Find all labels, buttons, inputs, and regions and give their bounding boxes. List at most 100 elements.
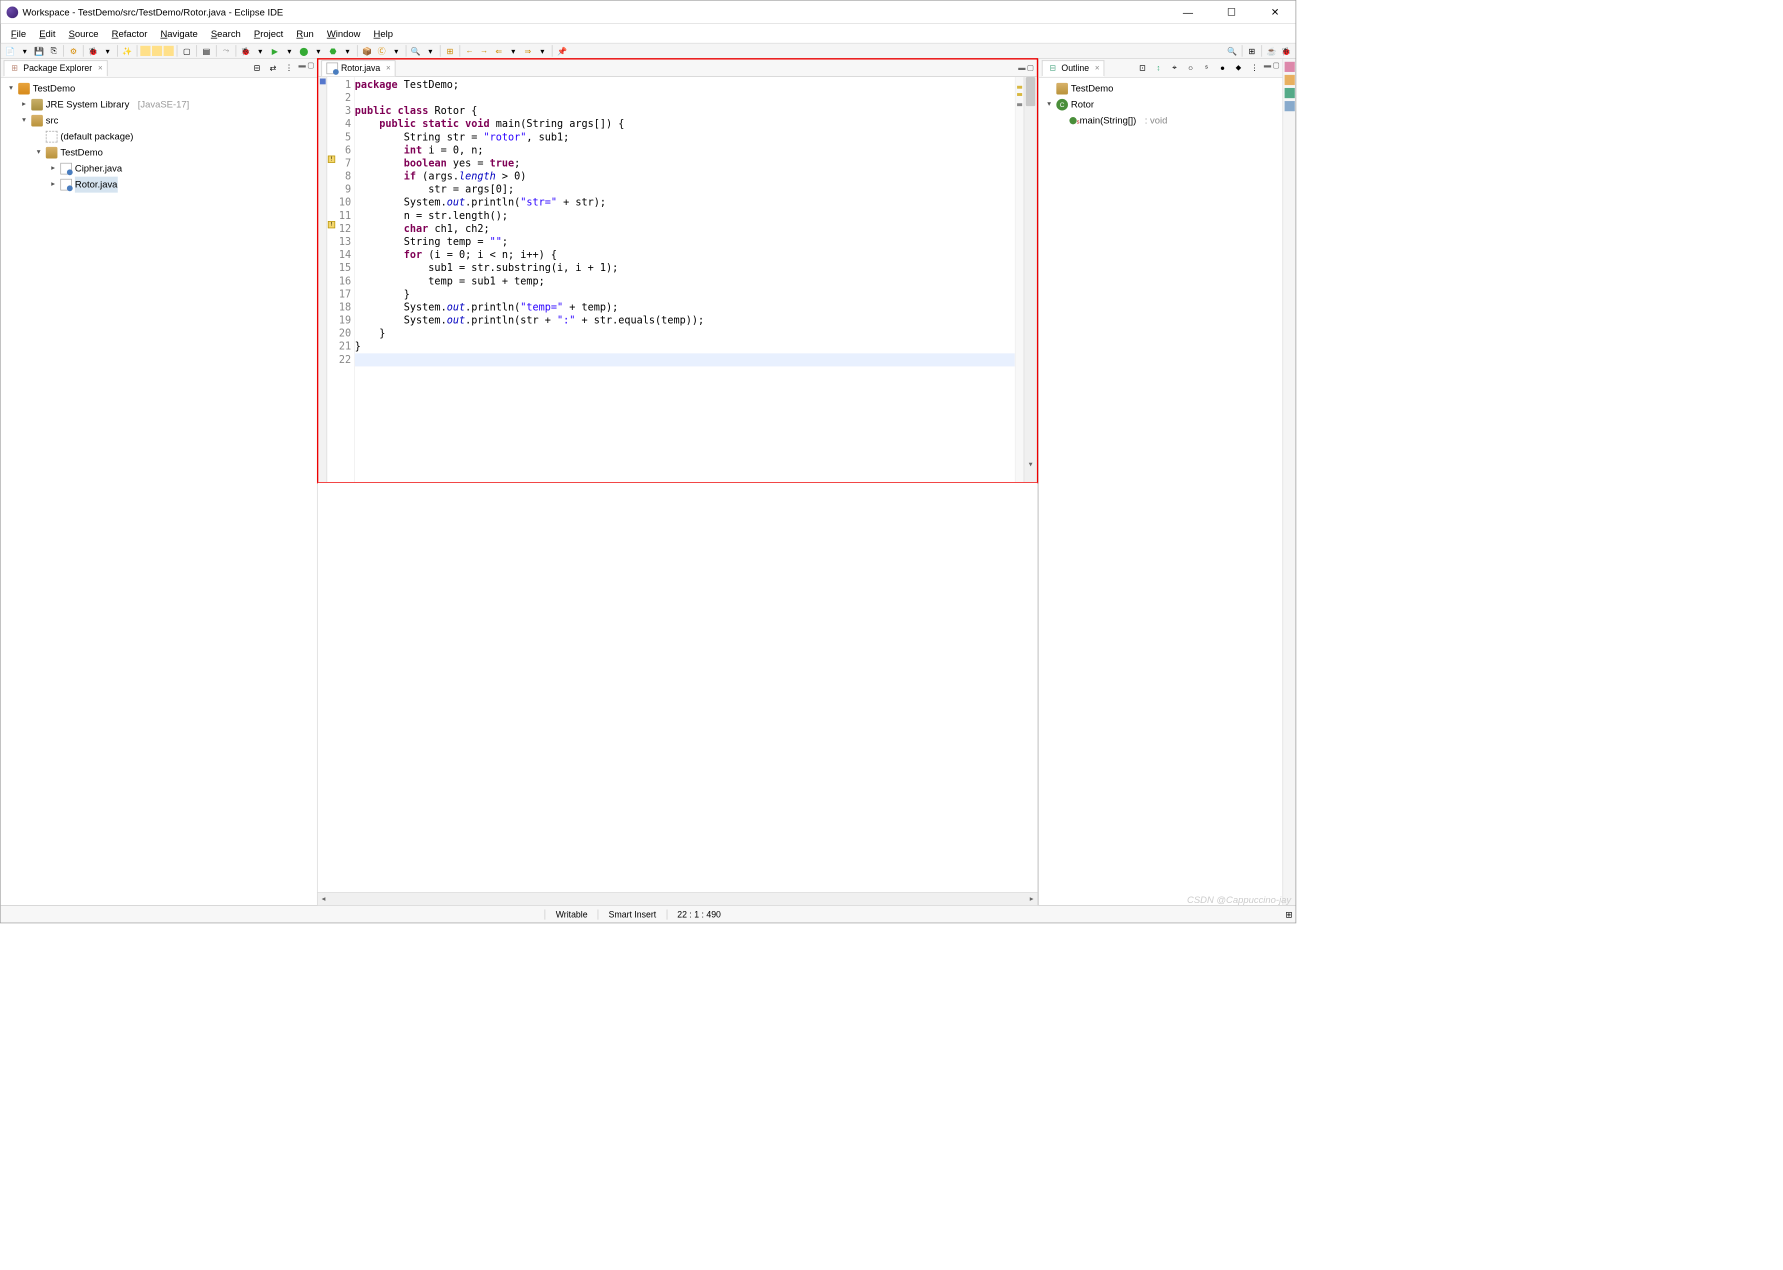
menu-edit[interactable]: Edit — [33, 27, 61, 41]
code-area[interactable]: package TestDemo; public class Rotor { p… — [355, 77, 1015, 482]
scrollbar-thumb[interactable] — [1026, 77, 1035, 106]
overview-ruler[interactable] — [1015, 77, 1024, 482]
scroll-left-icon[interactable]: ◂ — [318, 895, 330, 903]
outline-class[interactable]: ▾CRotor — [1045, 97, 1277, 113]
minimize-pane-icon[interactable]: ▬ — [298, 61, 305, 74]
menu-run[interactable]: Run — [291, 27, 320, 41]
next-icon[interactable]: ⇒ — [521, 44, 534, 57]
toggle-icon[interactable] — [164, 46, 174, 56]
prev-icon[interactable]: ⇐ — [492, 44, 505, 57]
dropdown-icon[interactable]: ▾ — [254, 44, 267, 57]
outline-package[interactable]: TestDemo — [1045, 81, 1277, 97]
minimize-pane-icon[interactable]: ▬ — [1264, 61, 1271, 74]
cheat-sheet-icon[interactable] — [1284, 62, 1294, 72]
console-icon[interactable]: ▤ — [200, 44, 213, 57]
outline-tab[interactable]: ⊟ Outline × — [1042, 60, 1105, 76]
hide-nonpublic-icon[interactable]: ● — [1216, 61, 1229, 74]
search-icon[interactable]: 🔍 — [1226, 44, 1239, 57]
menu-navigate[interactable]: Navigate — [155, 27, 204, 41]
hide-local-icon[interactable]: ⬥ — [1232, 61, 1245, 74]
bookmark-icon[interactable] — [1284, 101, 1294, 111]
task-list-icon[interactable] — [1284, 75, 1294, 85]
minimize-button[interactable]: — — [1173, 2, 1202, 22]
project-node[interactable]: ▾TestDemo — [7, 81, 312, 97]
editor-tab[interactable]: Rotor.java × — [321, 60, 395, 76]
pin-icon[interactable]: 📌 — [555, 44, 568, 57]
src-node[interactable]: ▾src — [7, 113, 312, 129]
java-perspective-icon[interactable]: ☕ — [1265, 44, 1278, 57]
maximize-button[interactable]: ☐ — [1217, 2, 1246, 22]
maximize-pane-icon[interactable]: ▢ — [1273, 61, 1280, 74]
run-icon[interactable]: ▶ — [268, 44, 281, 57]
debug-icon[interactable]: 🐞 — [87, 44, 100, 57]
perspective-icon[interactable]: ⊞ — [1245, 44, 1258, 57]
dropdown-icon[interactable]: ▾ — [341, 44, 354, 57]
link-icon[interactable]: ⇄ — [266, 61, 279, 74]
file-node[interactable]: ▸Cipher.java — [7, 161, 312, 177]
sort-icon[interactable]: ↕ — [1152, 61, 1165, 74]
toggle-icon[interactable] — [140, 46, 150, 56]
back-icon[interactable]: ← — [463, 44, 476, 57]
dropdown-icon[interactable]: ▾ — [536, 44, 549, 57]
collapse-icon[interactable]: ⊟ — [250, 61, 263, 74]
hide-static-icon[interactable]: ˢ — [1200, 61, 1213, 74]
minimize-pane-icon[interactable]: ▬ — [1018, 64, 1025, 72]
horizontal-scrollbar[interactable]: ◂ ▸ — [318, 892, 1038, 905]
menu-help[interactable]: Help — [368, 27, 399, 41]
close-icon[interactable]: × — [1095, 64, 1100, 73]
file-node[interactable]: ▸Rotor.java — [7, 177, 312, 193]
filter-icon[interactable]: ⌖ — [1168, 61, 1181, 74]
scroll-right-icon[interactable]: ▸ — [1026, 895, 1038, 903]
maximize-pane-icon[interactable]: ▢ — [1027, 64, 1034, 72]
status-icon[interactable]: ⊞ — [1275, 909, 1295, 919]
search-icon[interactable]: 🔍 — [409, 44, 422, 57]
package-node[interactable]: ▾TestDemo — [7, 145, 312, 161]
menu-source[interactable]: Source — [63, 27, 105, 41]
dropdown-icon[interactable]: ▾ — [18, 44, 31, 57]
focus-icon[interactable]: ⊡ — [1136, 61, 1149, 74]
dropdown-icon[interactable]: ▾ — [507, 44, 520, 57]
debug-run-icon[interactable]: 🐞 — [239, 44, 252, 57]
coverage-icon[interactable]: ⬤ — [297, 44, 310, 57]
external-icon[interactable]: ⬣ — [326, 44, 339, 57]
close-icon[interactable]: × — [386, 64, 391, 73]
terminal-icon[interactable]: ▢ — [180, 44, 193, 57]
vertical-scrollbar[interactable]: ▴ ▾ — [1024, 77, 1037, 482]
package-explorer-tab[interactable]: ⊞ Package Explorer × — [4, 60, 108, 76]
default-package-node[interactable]: (default package) — [7, 129, 312, 145]
close-button[interactable]: ✕ — [1261, 2, 1290, 22]
save-icon[interactable]: 💾 — [33, 44, 46, 57]
menu-project[interactable]: Project — [248, 27, 289, 41]
new-class-icon[interactable]: Ⓒ — [375, 44, 388, 57]
library-node[interactable]: ▸JRE System Library [JavaSE-17] — [7, 97, 312, 113]
dropdown-icon[interactable]: ▾ — [283, 44, 296, 57]
dropdown-icon[interactable]: ▾ — [424, 44, 437, 57]
wand-icon[interactable]: ✨ — [121, 44, 134, 57]
outline-method[interactable]: smain(String[]) : void — [1045, 113, 1277, 129]
outline-icon[interactable] — [1284, 88, 1294, 98]
editor[interactable]: !! 12345678910111213141516171819202122 p… — [318, 77, 1036, 482]
menu-file[interactable]: File — [5, 27, 32, 41]
debug-perspective-icon[interactable]: 🐞 — [1280, 44, 1293, 57]
scroll-down-icon[interactable]: ▾ — [1024, 461, 1036, 469]
save-all-icon[interactable]: ⎘ — [47, 44, 60, 57]
open-type-icon[interactable]: ⊞ — [443, 44, 456, 57]
menu-refactor[interactable]: Refactor — [106, 27, 153, 41]
warning-marker-icon — [1017, 86, 1022, 89]
new-icon[interactable]: 📄 — [4, 44, 17, 57]
skip-icon[interactable]: ⤳ — [220, 44, 233, 57]
dropdown-icon[interactable]: ▾ — [390, 44, 403, 57]
menu-search[interactable]: Search — [205, 27, 247, 41]
menu-window[interactable]: Window — [321, 27, 366, 41]
forward-icon[interactable]: → — [478, 44, 491, 57]
view-menu-icon[interactable]: ⋮ — [282, 61, 295, 74]
dropdown-icon[interactable]: ▾ — [101, 44, 114, 57]
build-icon[interactable]: ⚙ — [67, 44, 80, 57]
view-menu-icon[interactable]: ⋮ — [1248, 61, 1261, 74]
new-package-icon[interactable]: 📦 — [361, 44, 374, 57]
dropdown-icon[interactable]: ▾ — [312, 44, 325, 57]
maximize-pane-icon[interactable]: ▢ — [307, 61, 314, 74]
toggle-icon[interactable] — [152, 46, 162, 56]
hide-fields-icon[interactable]: ○ — [1184, 61, 1197, 74]
close-icon[interactable]: × — [98, 64, 103, 73]
